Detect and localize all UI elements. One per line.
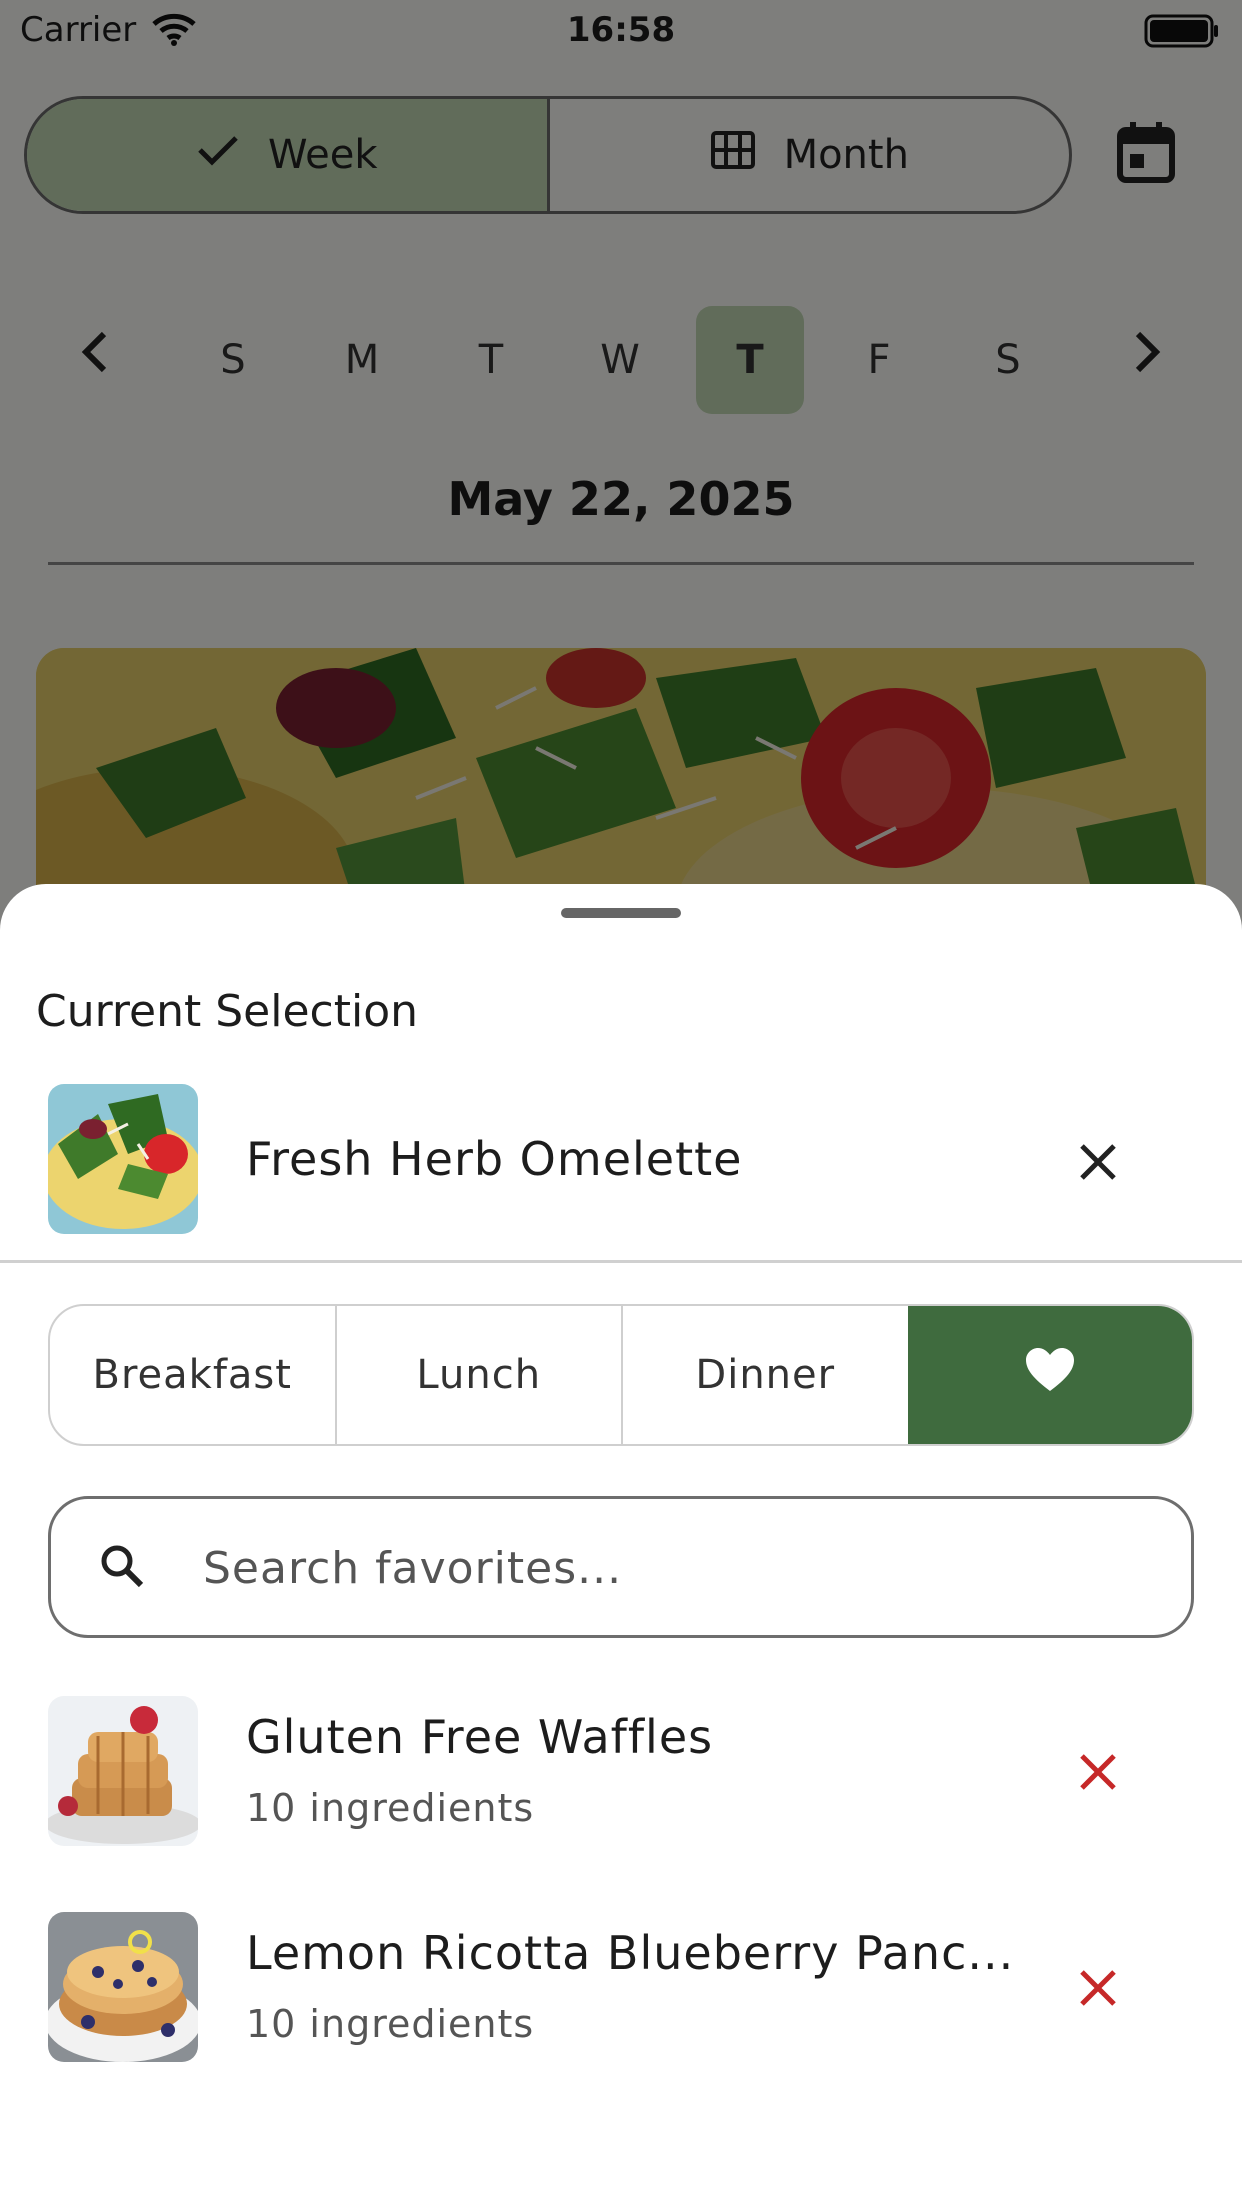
- remove-favorite-close-icon[interactable]: [1072, 1746, 1124, 1802]
- search-input[interactable]: [201, 1527, 1105, 1609]
- tab-lunch[interactable]: Lunch: [334, 1306, 622, 1444]
- remove-favorite-close-icon[interactable]: [1072, 1962, 1124, 2018]
- heart-icon: [1024, 1347, 1076, 1403]
- divider: [0, 1260, 1242, 1263]
- current-meal-name: Fresh Herb Omelette: [246, 1132, 743, 1186]
- sheet-drag-handle[interactable]: [561, 908, 681, 918]
- current-meal-thumbnail: [48, 1084, 198, 1234]
- favorite-thumbnail: [48, 1696, 198, 1846]
- favorite-ingredient-count: 10 ingredients: [246, 1786, 535, 1830]
- tab-favorites[interactable]: [907, 1306, 1192, 1444]
- current-selection-heading: Current Selection: [36, 986, 419, 1037]
- favorite-thumbnail: [48, 1912, 198, 2062]
- meal-picker-sheet: Current Selection Fresh Herb Omelette Br…: [0, 884, 1242, 2208]
- favorite-title: Gluten Free Waffles: [246, 1710, 714, 1764]
- favorite-item[interactable]: Gluten Free Waffles 10 ingredients: [0, 1696, 1242, 1856]
- tab-dinner[interactable]: Dinner: [621, 1306, 908, 1444]
- favorite-title: Lemon Ricotta Blueberry Panc...: [246, 1926, 1015, 1980]
- search-icon: [99, 1543, 145, 1593]
- tab-breakfast[interactable]: Breakfast: [50, 1306, 335, 1444]
- current-selection-row: Fresh Herb Omelette: [0, 1084, 1242, 1254]
- favorites-search: [48, 1496, 1194, 1638]
- favorite-ingredient-count: 10 ingredients: [246, 2002, 535, 2046]
- clear-selection-close-icon[interactable]: [1072, 1136, 1124, 1192]
- favorite-item[interactable]: Lemon Ricotta Blueberry Panc... 10 ingre…: [0, 1912, 1242, 2072]
- meal-type-tabs: Breakfast Lunch Dinner: [48, 1304, 1194, 1446]
